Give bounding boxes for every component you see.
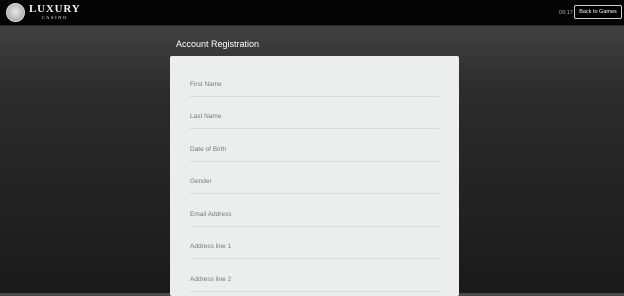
logo-text: LUXURY CASINO xyxy=(29,4,80,21)
last-name-field[interactable]: Last Name xyxy=(190,112,439,129)
gender-field[interactable]: Gender xyxy=(190,177,439,194)
luxury-casino-logo[interactable]: LUXURY CASINO xyxy=(6,2,80,23)
date-of-birth-field[interactable]: Date of Birth xyxy=(190,145,439,162)
address-line-1-field[interactable]: Address line 1 xyxy=(190,242,439,259)
logo-sub-text: CASINO xyxy=(41,15,68,21)
email-address-field[interactable]: Email Address xyxy=(190,210,439,227)
registration-form: First Name Last Name Date of Birth Gende… xyxy=(170,56,459,296)
first-name-field[interactable]: First Name xyxy=(190,80,439,97)
back-to-games-button[interactable]: Back to Games xyxy=(574,5,622,19)
email-address-label: Email Address xyxy=(190,211,232,218)
date-of-birth-label: Date of Birth xyxy=(190,146,227,153)
last-name-label: Last Name xyxy=(190,113,222,120)
address-line-2-label: Address line 2 xyxy=(190,276,232,283)
clock: 09:17 xyxy=(559,10,574,16)
casino-seal-icon xyxy=(6,3,25,22)
address-line-1-label: Address line 1 xyxy=(190,243,232,250)
page-title: Account Registration xyxy=(176,39,260,49)
first-name-label: First Name xyxy=(190,81,222,88)
logo-main-text: LUXURY xyxy=(29,3,81,16)
top-bar: LUXURY CASINO 09:17 Back to Games xyxy=(0,0,624,26)
gender-label: Gender xyxy=(190,178,212,185)
address-line-2-field[interactable]: Address line 2 xyxy=(190,275,439,292)
